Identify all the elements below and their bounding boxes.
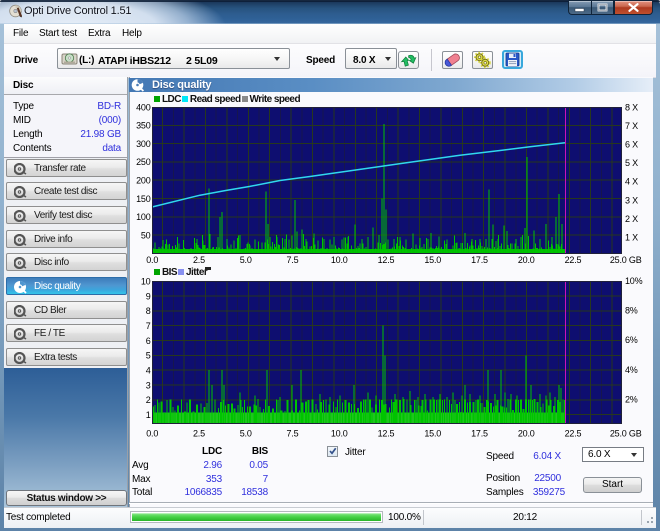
svg-text:9: 9: [146, 291, 151, 301]
svg-text:1 X: 1 X: [625, 232, 638, 242]
svg-text:12.5: 12.5: [378, 255, 395, 265]
svg-text:6: 6: [146, 336, 151, 346]
svg-text:350: 350: [136, 121, 151, 131]
svg-text:400: 400: [136, 102, 151, 112]
svg-text:22.5: 22.5: [565, 255, 582, 265]
svg-text:12.5: 12.5: [378, 429, 395, 439]
svg-text:5 X: 5 X: [625, 158, 638, 168]
svg-text:6 X: 6 X: [625, 140, 638, 150]
svg-text:8: 8: [146, 306, 151, 316]
svg-text:100: 100: [136, 212, 151, 222]
svg-text:3: 3: [146, 380, 151, 390]
svg-text:1: 1: [146, 410, 151, 420]
svg-text:7.5: 7.5: [286, 429, 298, 439]
svg-text:7.5: 7.5: [286, 255, 298, 265]
svg-text:8%: 8%: [625, 306, 638, 316]
svg-text:4 X: 4 X: [625, 177, 638, 187]
svg-text:5.0: 5.0: [240, 255, 252, 265]
svg-text:0.0: 0.0: [146, 429, 158, 439]
svg-text:0.0: 0.0: [146, 255, 158, 265]
svg-text:200: 200: [136, 176, 151, 186]
svg-text:5.0: 5.0: [240, 429, 252, 439]
svg-text:3 X: 3 X: [625, 195, 638, 205]
svg-text:4%: 4%: [625, 365, 638, 375]
svg-text:250: 250: [136, 157, 151, 167]
svg-text:20.0: 20.0: [518, 429, 535, 439]
svg-text:150: 150: [136, 194, 151, 204]
svg-text:7: 7: [146, 321, 151, 331]
svg-text:8 X: 8 X: [625, 103, 638, 113]
svg-text:10.0: 10.0: [331, 255, 348, 265]
svg-text:22.5: 22.5: [565, 429, 582, 439]
svg-text:6%: 6%: [625, 335, 638, 345]
svg-text:25.0 GB: 25.0 GB: [610, 255, 642, 265]
svg-text:17.5: 17.5: [471, 429, 488, 439]
svg-text:4: 4: [146, 365, 151, 375]
svg-text:10%: 10%: [625, 276, 643, 286]
svg-text:2 X: 2 X: [625, 214, 638, 224]
svg-text:300: 300: [136, 139, 151, 149]
svg-text:25.0 GB: 25.0 GB: [610, 429, 642, 439]
svg-text:2.5: 2.5: [193, 255, 205, 265]
svg-text:10: 10: [141, 277, 151, 287]
svg-text:2: 2: [146, 395, 151, 405]
svg-text:15.0: 15.0: [424, 255, 441, 265]
svg-text:2.5: 2.5: [193, 429, 205, 439]
svg-text:5: 5: [146, 351, 151, 361]
svg-text:15.0: 15.0: [424, 429, 441, 439]
svg-text:20.0: 20.0: [518, 255, 535, 265]
svg-text:7 X: 7 X: [625, 121, 638, 131]
svg-text:17.5: 17.5: [471, 255, 488, 265]
svg-text:50: 50: [141, 230, 151, 240]
svg-text:2%: 2%: [625, 394, 638, 404]
svg-text:10.0: 10.0: [331, 429, 348, 439]
